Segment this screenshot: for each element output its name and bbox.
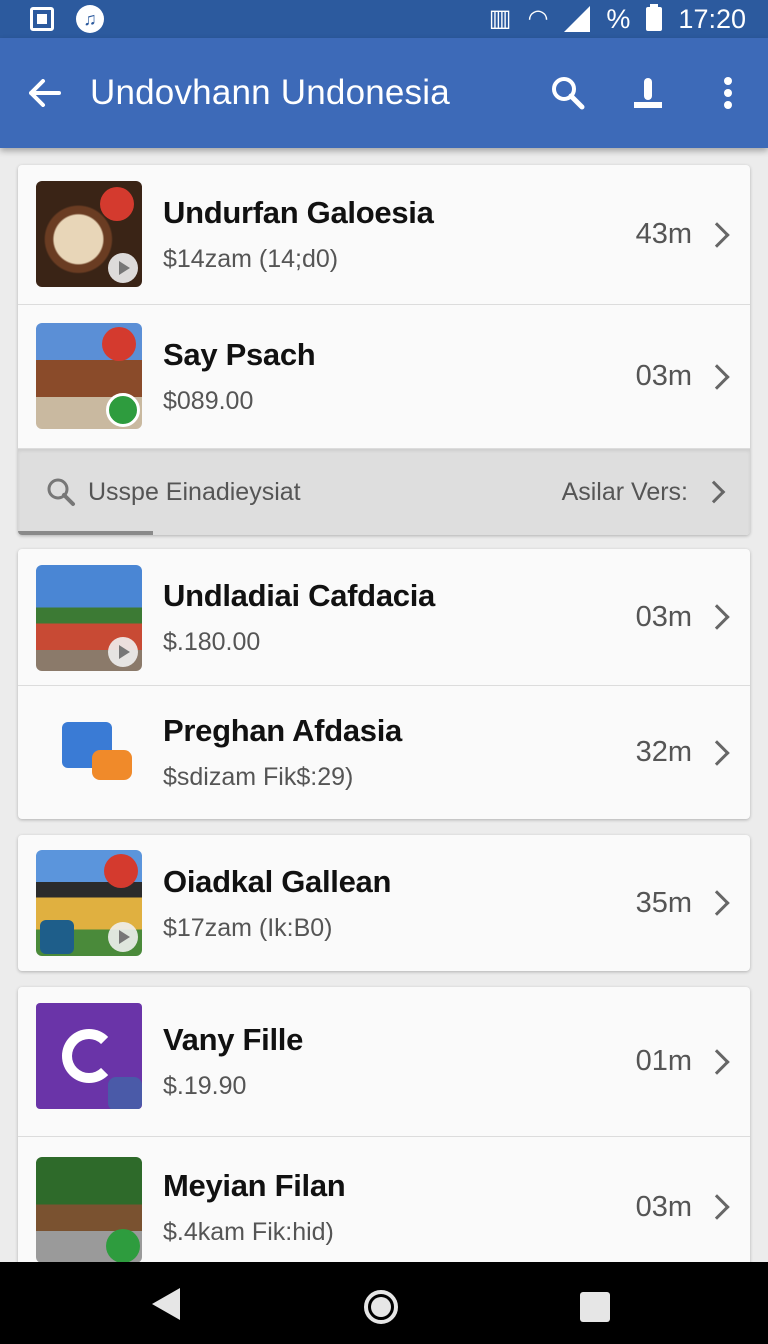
house-thumbnail (36, 323, 142, 429)
app-icon (36, 1003, 142, 1109)
item-distance: 35m (635, 886, 692, 919)
chevron-right-icon (704, 221, 730, 248)
item-name: Undurfan Galoesia (163, 195, 434, 230)
search-query: Usspe Einadieysiat (88, 477, 301, 506)
search-suggestion-row[interactable]: Usspe Einadieysiat Asilar Vers: (18, 449, 750, 535)
music-icon: ♫ (76, 5, 104, 33)
battery-icon (646, 4, 663, 31)
chevron-right-icon (704, 739, 730, 766)
nav-back-icon[interactable] (152, 1288, 180, 1320)
item-price: $.180.00 (163, 627, 261, 656)
food-thumbnail (36, 181, 142, 287)
back-arrow-icon (29, 79, 61, 107)
play-icon (108, 253, 138, 283)
play-icon (108, 637, 138, 667)
chevron-right-icon (704, 1048, 730, 1075)
item-price: $089.00 (163, 387, 254, 415)
nav-home-icon[interactable] (364, 1290, 398, 1324)
item-distance: 03m (635, 600, 692, 633)
nav-recents-icon[interactable] (580, 1292, 610, 1322)
item-name: Meyian Filan (163, 1167, 346, 1203)
result-card-1: Undurfan Galoesia $14zam (14;d0) 43m Say… (18, 165, 750, 535)
progress-bar (18, 531, 153, 535)
search-icon (552, 77, 585, 110)
item-name: Preghan Afdasia (163, 713, 402, 748)
house-thumbnail (36, 565, 142, 671)
result-card-3: Oiadkal Gallean $17zam (Ik:B0) 35m (18, 835, 750, 971)
more-vert-icon (724, 77, 732, 109)
list-item[interactable]: Preghan Afdasia $sdizam Fik$:29) 32m (18, 686, 750, 819)
chevron-right-icon (704, 363, 730, 390)
screenshot-icon (30, 7, 54, 31)
camera-icon (106, 393, 140, 427)
wifi-icon: ◠ (527, 5, 549, 32)
badge-icon (100, 187, 134, 221)
item-name: Oiadkal Gallean (163, 863, 392, 899)
gallery-icon (40, 920, 74, 954)
chevron-right-icon (704, 890, 730, 916)
clock: 17:20 (678, 3, 746, 34)
list-item[interactable]: Undurfan Galoesia $14zam (14;d0) 43m (18, 165, 750, 305)
item-price: $.4kam Fik:hid) (163, 1217, 334, 1246)
play-icon (108, 922, 138, 952)
status-bar: ♫ ▥ ◠ % 17:20 (0, 0, 768, 38)
search-button[interactable] (528, 38, 608, 148)
list-item[interactable]: Undladiai Cafdacia $.180.00 03m (18, 549, 750, 686)
search-icon (47, 478, 75, 506)
share-button[interactable] (608, 38, 688, 148)
item-distance: 43m (635, 218, 692, 250)
signal-icon (564, 6, 591, 32)
system-nav-bar (0, 1262, 768, 1344)
chevron-right-icon (704, 1194, 730, 1220)
item-distance: 01m (635, 1045, 692, 1077)
percent-label: % (606, 3, 631, 34)
app-icon (36, 700, 142, 806)
item-price: $17zam (Ik:B0) (163, 913, 333, 942)
item-distance: 03m (635, 360, 692, 392)
more-options-button[interactable] (688, 38, 768, 148)
item-distance: 03m (635, 1190, 692, 1223)
share-icon (634, 78, 662, 108)
chevron-right-icon (704, 604, 730, 630)
app-bar: Undovhann Undonesia (0, 38, 768, 148)
item-name: Vany Fille (163, 1022, 304, 1057)
item-price: $sdizam Fik$:29) (163, 763, 354, 791)
badge-icon (102, 327, 136, 361)
item-name: Undladiai Cafdacia (163, 577, 435, 613)
list-item[interactable]: Say Psach $089.00 03m (18, 305, 750, 449)
view-all-link[interactable]: Asilar Vers: (562, 478, 688, 507)
back-button[interactable] (0, 38, 90, 148)
list-item[interactable]: Oiadkal Gallean $17zam (Ik:B0) 35m (18, 835, 750, 971)
list-item[interactable]: Meyian Filan $.4kam Fik:hid) 03m (18, 1137, 750, 1277)
item-distance: 32m (635, 736, 692, 768)
park-thumbnail (36, 1157, 142, 1263)
vibrate-icon: ▥ (488, 5, 512, 32)
list-item[interactable]: Vany Fille $.19.90 01m (18, 987, 750, 1137)
result-card-2: Undladiai Cafdacia $.180.00 03m Preghan … (18, 549, 750, 819)
badge-icon (106, 1229, 140, 1263)
page-title: Undovhann Undonesia (90, 73, 450, 112)
item-price: $14zam (14;d0) (163, 245, 339, 273)
item-price: $.19.90 (163, 1072, 247, 1100)
badge-icon (104, 854, 138, 888)
item-name: Say Psach (163, 337, 316, 372)
chevron-right-icon (702, 480, 726, 504)
lock-icon (108, 1077, 142, 1109)
result-card-4: Vany Fille $.19.90 01m Meyian Filan $.4k… (18, 987, 750, 1277)
house-thumbnail (36, 850, 142, 956)
